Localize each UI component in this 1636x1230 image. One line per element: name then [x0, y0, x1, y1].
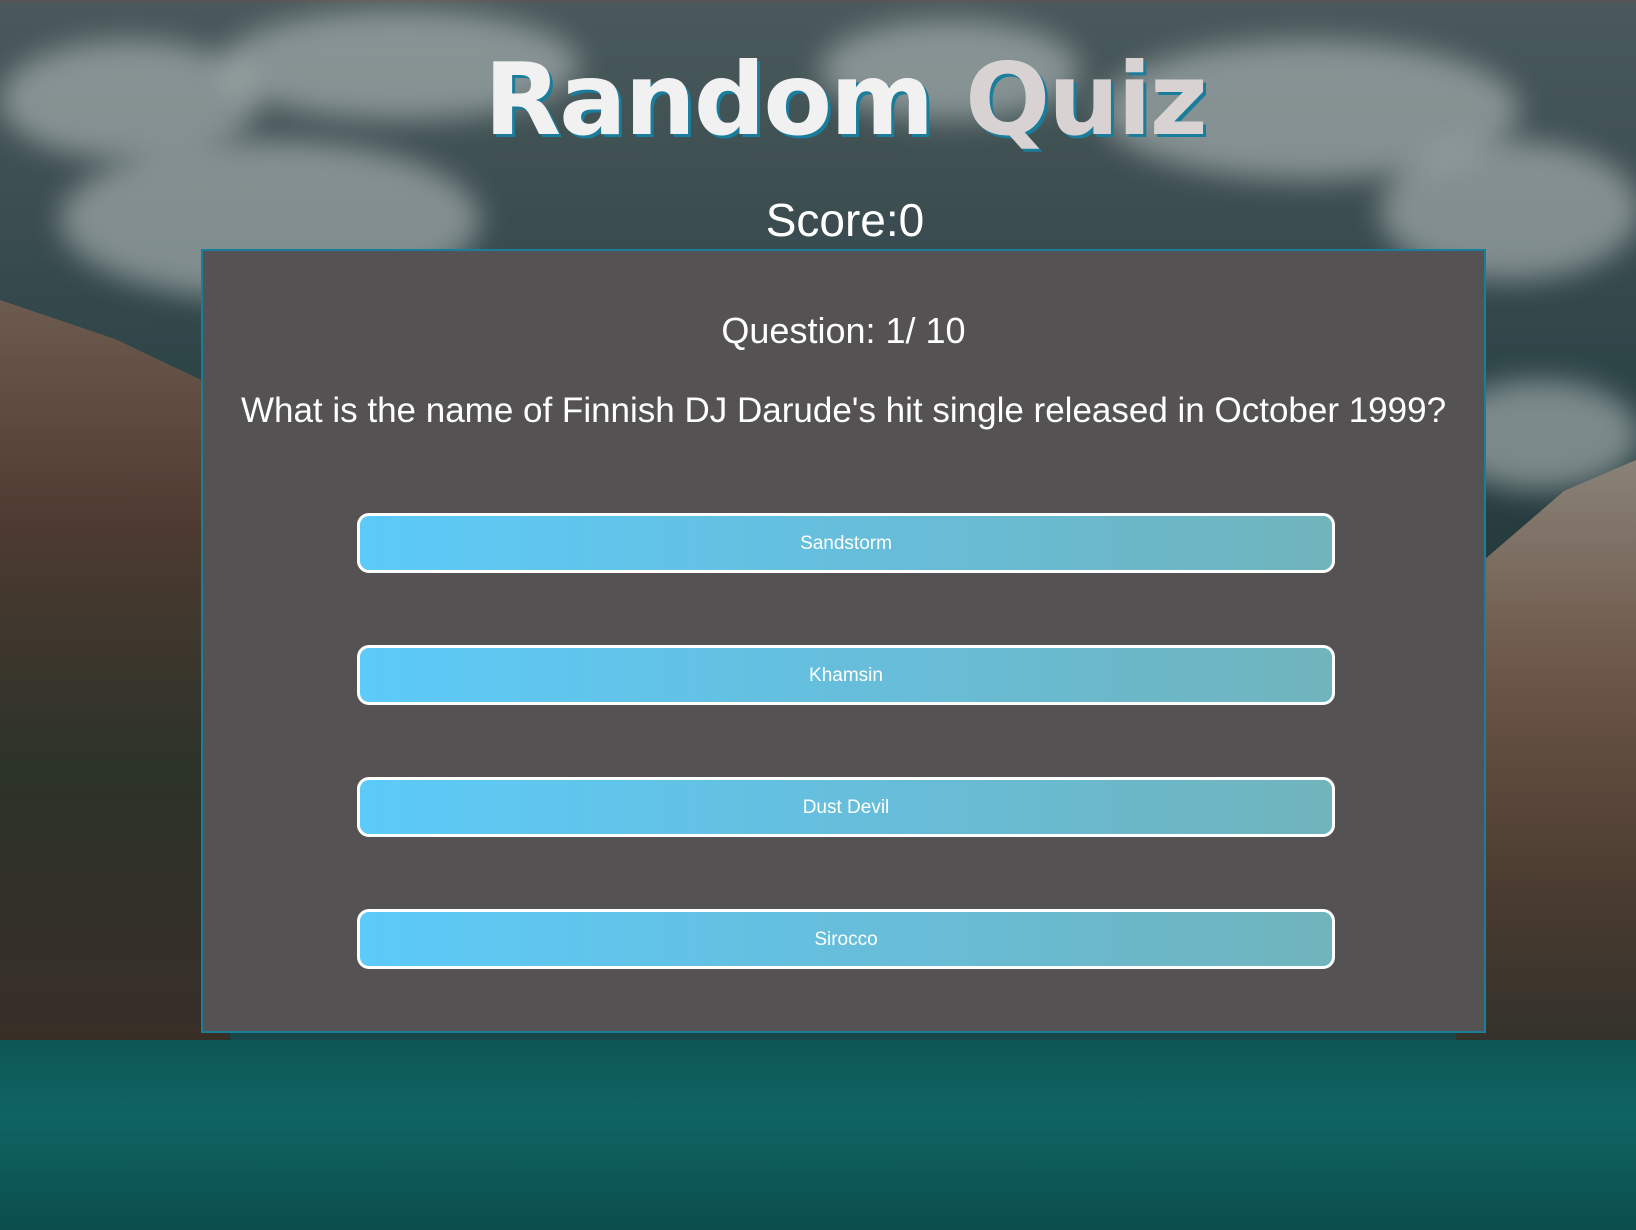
score-display: Score:0: [0, 190, 1636, 250]
question-card: Question: 1/ 10 What is the name of Finn…: [201, 249, 1486, 1033]
question-counter: Question: 1/ 10: [721, 310, 966, 351]
background-water: [0, 1040, 1636, 1230]
answer-button-sirocco[interactable]: Sirocco: [357, 909, 1335, 969]
background-mountain-left: [0, 300, 230, 1080]
title-word-quiz: Quiz: [965, 41, 1208, 158]
page: Random Quiz Score:0 Question: 1/ 10 What…: [0, 0, 1636, 1230]
title-word-random: Random: [484, 41, 934, 158]
score-value: 0: [898, 194, 925, 246]
answer-list: Sandstorm Khamsin Dust Devil Sirocco: [357, 513, 1335, 1041]
answer-button-sandstorm[interactable]: Sandstorm: [357, 513, 1335, 573]
score-label: Score:: [765, 194, 899, 246]
answer-button-khamsin[interactable]: Khamsin: [357, 645, 1335, 705]
question-text: What is the name of Finnish DJ Darude's …: [240, 391, 1447, 430]
top-border: [0, 0, 1636, 3]
page-title: Random Quiz: [0, 40, 1636, 160]
answer-button-dust-devil[interactable]: Dust Devil: [357, 777, 1335, 837]
